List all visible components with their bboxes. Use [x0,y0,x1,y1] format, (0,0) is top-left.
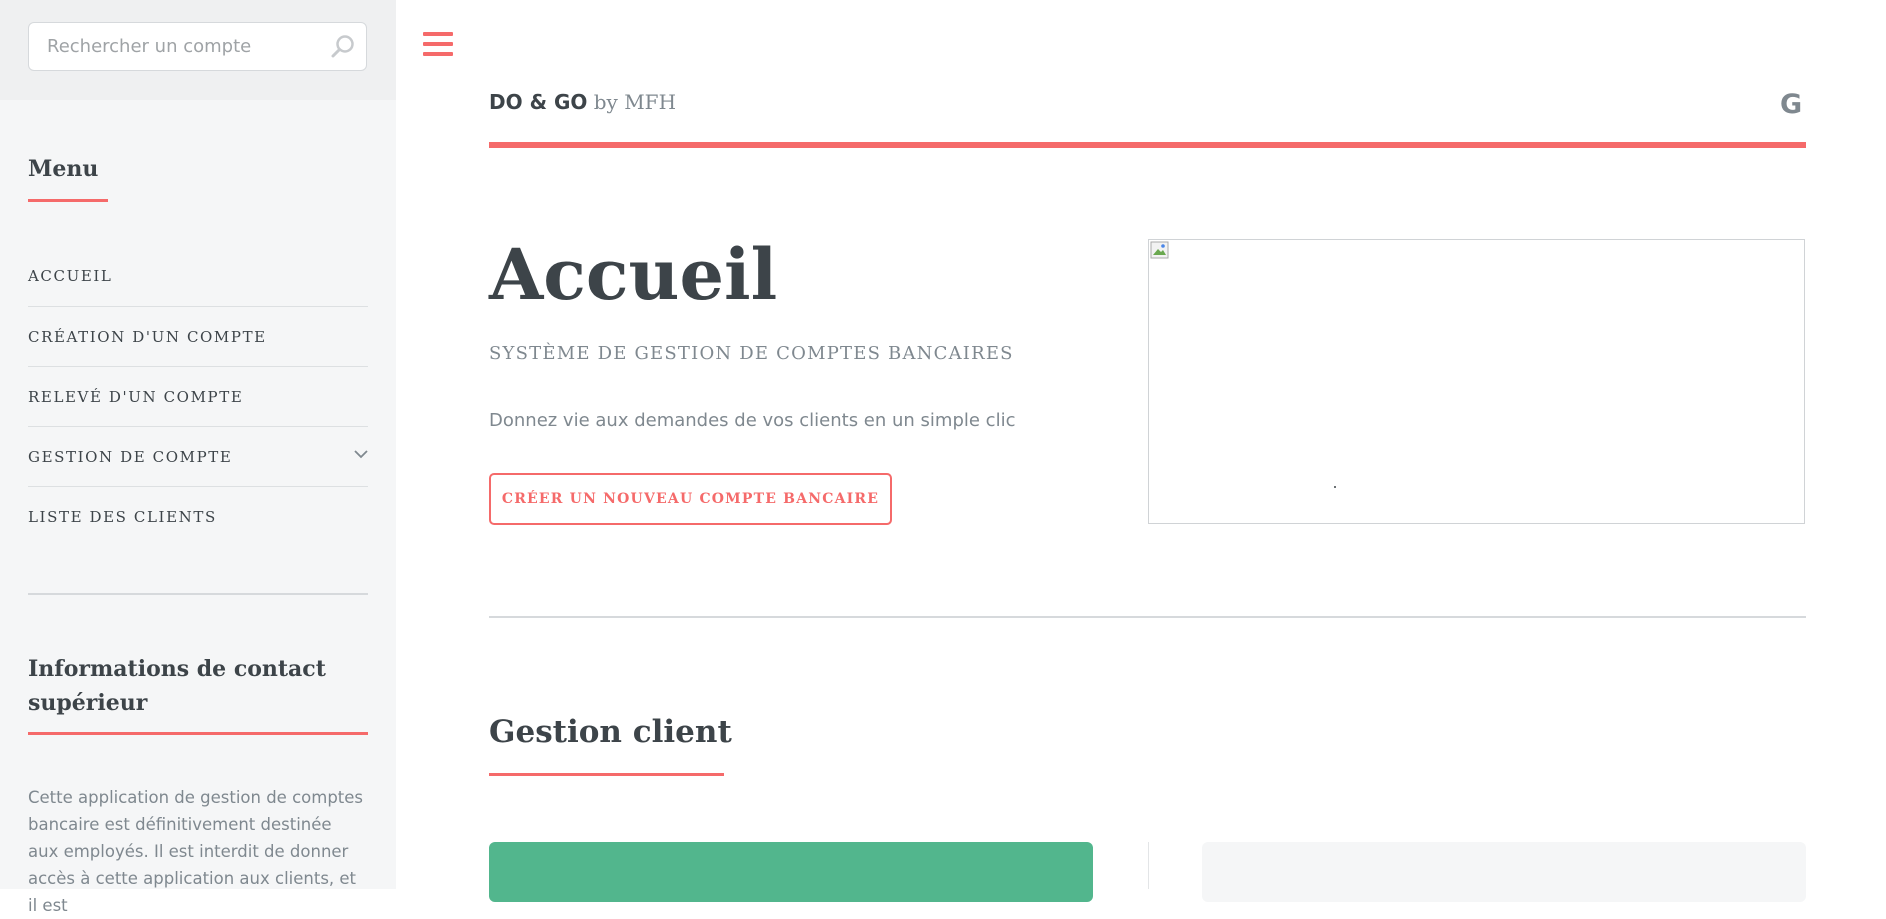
sidebar-item-label: LISTE DES CLIENTS [28,507,217,526]
section-title-underline [489,773,724,776]
client-card-green[interactable] [489,842,1093,902]
chevron-down-icon[interactable] [354,449,368,459]
sidebar-item-label: ACCUEIL [28,267,113,285]
sidebar-menu: ACCUEIL CRÉATION D'UN COMPTE RELEVÉ D'UN… [28,246,368,546]
page-subtitle: SYSTÈME DE GESTION DE COMPTES BANCAIRES [489,343,1014,364]
card-separator [1148,842,1149,889]
contact-heading-underline [28,732,368,735]
sidebar-item-releve-compte[interactable]: RELEVÉ D'UN COMPTE [28,366,368,426]
hamburger-icon[interactable] [423,32,453,59]
broken-image-icon [1150,241,1169,259]
image-dot [1334,486,1336,488]
hero-image [1148,239,1805,524]
client-card-grey[interactable] [1202,842,1806,902]
menu-heading-underline [28,199,108,202]
page-title: Accueil [489,233,778,316]
sidebar-item-accueil[interactable]: ACCUEIL [28,246,368,306]
sidebar-item-label: CRÉATION D'UN COMPTE [28,327,267,346]
create-account-button[interactable]: CRÉER UN NOUVEAU COMPTE BANCAIRE [489,473,892,525]
header-rule [489,142,1806,148]
contact-heading: Informations de contact supérieur [28,656,326,716]
brand-suffix: by MFH [587,90,677,114]
search-block [0,0,396,100]
sidebar-item-liste-clients[interactable]: LISTE DES CLIENTS [28,486,368,546]
search-box[interactable] [28,22,367,71]
section-title: Gestion client [489,714,732,750]
brand-logo[interactable]: DO & GO by MFH [489,90,676,114]
sidebar-item-label: RELEVÉ D'UN COMPTE [28,387,244,406]
sidebar-item-label: GESTION DE COMPTE [28,447,233,466]
search-input[interactable] [29,23,319,70]
section-divider [489,616,1806,618]
search-icon[interactable] [330,34,356,60]
sidebar-item-creation-compte[interactable]: CRÉATION D'UN COMPTE [28,306,368,366]
contact-text: Cette application de gestion de comptes … [28,788,364,915]
intro-text: Donnez vie aux demandes de vos clients e… [489,410,1016,431]
menu-heading: Menu [28,156,99,182]
google-icon[interactable]: G [1780,90,1806,120]
brand-name: DO & GO [489,90,588,114]
sidebar-divider [28,593,368,595]
sidebar-item-gestion-compte[interactable]: GESTION DE COMPTE [28,426,368,486]
sidebar: Menu ACCUEIL CRÉATION D'UN COMPTE RELEVÉ… [0,0,396,915]
